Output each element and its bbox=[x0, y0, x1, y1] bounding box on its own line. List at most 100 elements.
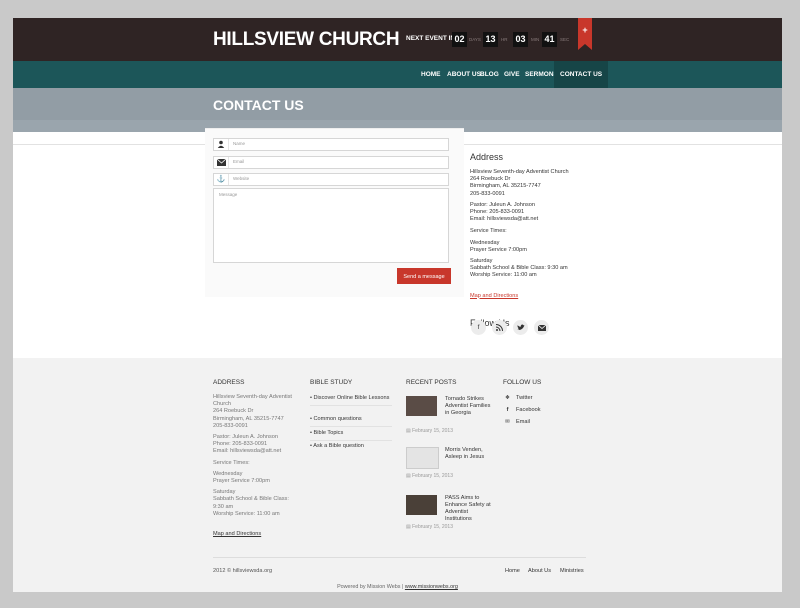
footer-saturday: Saturday bbox=[213, 489, 236, 496]
footer-address-line1: Hillsview Seventh-day Adventist Church bbox=[213, 394, 292, 408]
footer-recent-posts: RECENT POSTS Tornado Strikes Adventist F… bbox=[406, 379, 494, 559]
countdown-hours-unit: HR bbox=[501, 37, 508, 42]
footer-map-link[interactable]: Map and Directions bbox=[213, 531, 261, 537]
message-placeholder: Message bbox=[219, 192, 238, 197]
footer-facebook-link[interactable]: f Facebook bbox=[503, 407, 541, 413]
footer-nav-about-us[interactable]: About Us bbox=[528, 568, 551, 574]
powered-link[interactable]: www.missionwebs.org bbox=[405, 584, 458, 590]
email: Email: hillsviewsda@att.net bbox=[470, 216, 539, 223]
post-date: ▤ February 15, 2013 bbox=[406, 524, 453, 530]
address-line4: 205-833-0091 bbox=[470, 190, 505, 197]
facebook-icon: f bbox=[506, 407, 509, 413]
envelope-icon bbox=[214, 157, 229, 168]
nav-blog[interactable]: BLOG bbox=[480, 61, 499, 88]
countdown-hours: 13 bbox=[483, 32, 498, 47]
top-bar: HILLSVIEW CHURCH NEXT EVENT IN: 02 DAYS … bbox=[13, 18, 782, 61]
email-field[interactable]: Email bbox=[213, 156, 449, 169]
phone: Phone: 205-833-0091 bbox=[470, 209, 525, 216]
powered-prefix: Powered by Mission Webs | bbox=[337, 584, 404, 590]
post-thumbnail bbox=[406, 396, 437, 416]
footer-worship: Worship Service: 11:00 am bbox=[213, 510, 280, 517]
site-title[interactable]: HILLSVIEW CHURCH bbox=[213, 29, 400, 51]
footer-address: ADDRESS Hillsview Seventh-day Adventist … bbox=[213, 379, 301, 540]
pastor: Pastor: Juleun A. Johnson bbox=[470, 201, 535, 208]
footer-phone: Phone: 205-833-0091 bbox=[213, 441, 268, 448]
post-date: ▤ February 15, 2013 bbox=[406, 473, 453, 479]
footer-divider bbox=[213, 557, 586, 558]
post-title[interactable]: PASS Aims to Enhance Safety at Adventist… bbox=[445, 495, 491, 523]
copyright: 2012 © hillsviewsda.org bbox=[213, 568, 273, 574]
rss-icon[interactable] bbox=[492, 320, 507, 335]
address-heading: Address bbox=[470, 152, 504, 162]
nav-give[interactable]: GIVE bbox=[504, 61, 520, 88]
worship-service: Worship Service: 11:00 am bbox=[470, 272, 537, 279]
footer-address-heading: ADDRESS bbox=[213, 379, 245, 386]
anchor-icon: ⚓ bbox=[214, 174, 229, 185]
post-thumbnail bbox=[406, 447, 439, 469]
footer: ADDRESS Hillsview Seventh-day Adventist … bbox=[13, 358, 782, 592]
nav-sermons[interactable]: SERMONS bbox=[525, 61, 558, 88]
website-placeholder: Website bbox=[233, 176, 250, 181]
service-times-label: Service Times: bbox=[470, 228, 507, 235]
post-thumbnail bbox=[406, 495, 437, 515]
countdown-minutes-unit: MIN bbox=[531, 37, 540, 42]
nav-home[interactable]: HOME bbox=[421, 61, 441, 88]
next-event-label: NEXT EVENT IN: bbox=[406, 35, 458, 42]
bible-study-item[interactable]: • Discover Online Bible Lessons bbox=[310, 395, 392, 406]
bible-study-item[interactable]: • Ask a Bible question bbox=[310, 443, 392, 453]
footer-email-link[interactable]: ✉ Email bbox=[503, 419, 530, 425]
footer-email: Email: hillsviewsda@att.net bbox=[213, 448, 282, 455]
name-field[interactable]: Name bbox=[213, 138, 449, 151]
bible-study-item[interactable]: • Bible Topics bbox=[310, 430, 392, 441]
footer-address-line3: Birmingham, AL 35215-7747 bbox=[213, 415, 284, 422]
footer-nav-ministries[interactable]: Ministries bbox=[560, 568, 584, 574]
name-placeholder: Name bbox=[233, 141, 246, 146]
address-line1: Hillsview Seventh-day Adventist Church bbox=[470, 169, 569, 175]
bible-study-heading: BIBLE STUDY bbox=[310, 379, 353, 386]
message-textarea[interactable]: Message bbox=[213, 188, 449, 263]
post-title[interactable]: Morris Venden, Asleep in Jesus bbox=[445, 447, 491, 461]
twitter-icon[interactable] bbox=[513, 320, 528, 335]
footer-prayer: Prayer Service 7:00pm bbox=[213, 478, 270, 485]
footer-address-line2: 264 Roebuck Dr bbox=[213, 408, 254, 415]
footer-twitter-link[interactable]: ❖ Twitter bbox=[503, 395, 533, 401]
facebook-icon[interactable]: f bbox=[471, 320, 486, 335]
countdown-days-unit: DAYS bbox=[469, 37, 481, 42]
bible-study-item[interactable]: • Common questions bbox=[310, 416, 392, 427]
email-icon[interactable] bbox=[534, 320, 549, 335]
send-message-button[interactable]: Send a message bbox=[397, 268, 451, 284]
footer-follow: FOLLOW US ❖ Twitter f Facebook ✉ Email bbox=[503, 379, 588, 439]
page-header: CONTACT US bbox=[13, 88, 782, 120]
sabbath-school: Sabbath School & Bible Class: 9:30 am bbox=[470, 265, 568, 272]
plus-ribbon-button[interactable]: + bbox=[578, 18, 592, 50]
nav-about-us[interactable]: ABOUT US bbox=[447, 61, 481, 88]
main-nav: HOME ABOUT US BLOG GIVE SERMONS CONTACT … bbox=[13, 61, 782, 88]
post-title[interactable]: Tornado Strikes Adventist Families in Ge… bbox=[445, 396, 491, 417]
post-date: ▤ February 15, 2013 bbox=[406, 428, 453, 434]
website-field[interactable]: ⚓ Website bbox=[213, 173, 449, 186]
email-icon: ✉ bbox=[505, 419, 510, 425]
saturday-label: Saturday bbox=[470, 258, 493, 265]
address-panel: Address Hillsview Seventh-day Adventist … bbox=[470, 152, 620, 328]
page-frame: HILLSVIEW CHURCH NEXT EVENT IN: 02 DAYS … bbox=[13, 18, 782, 592]
page-title: CONTACT US bbox=[213, 97, 304, 113]
footer-follow-heading: FOLLOW US bbox=[503, 379, 542, 386]
countdown-seconds: 41 bbox=[542, 32, 557, 47]
user-icon bbox=[214, 139, 229, 150]
footer-pastor: Pastor: Juleun A. Johnson bbox=[213, 434, 278, 441]
footer-nav-home[interactable]: Home bbox=[505, 568, 520, 574]
recent-posts-heading: RECENT POSTS bbox=[406, 379, 457, 386]
twitter-icon: ❖ bbox=[504, 395, 510, 401]
wednesday-label: Wednesday bbox=[470, 239, 500, 246]
footer-sabbath: Sabbath School & Bible Class: 9:30 am bbox=[213, 496, 289, 510]
countdown-minutes: 03 bbox=[513, 32, 528, 47]
nav-contact-us[interactable]: CONTACT US bbox=[554, 61, 609, 88]
prayer-service: Prayer Service 7:00pm bbox=[470, 246, 527, 253]
footer-address-line4: 205-833-0091 bbox=[213, 422, 248, 429]
address-line3: Birmingham, AL 35215-7747 bbox=[470, 183, 541, 190]
map-directions-link[interactable]: Map and Directions bbox=[470, 293, 518, 299]
footer-service-times: Service Times: bbox=[213, 459, 250, 466]
plus-icon: + bbox=[582, 25, 588, 35]
powered-by: Powered by Mission Webs | www.missionweb… bbox=[13, 584, 782, 590]
address-line2: 264 Roebuck Dr bbox=[470, 176, 511, 183]
